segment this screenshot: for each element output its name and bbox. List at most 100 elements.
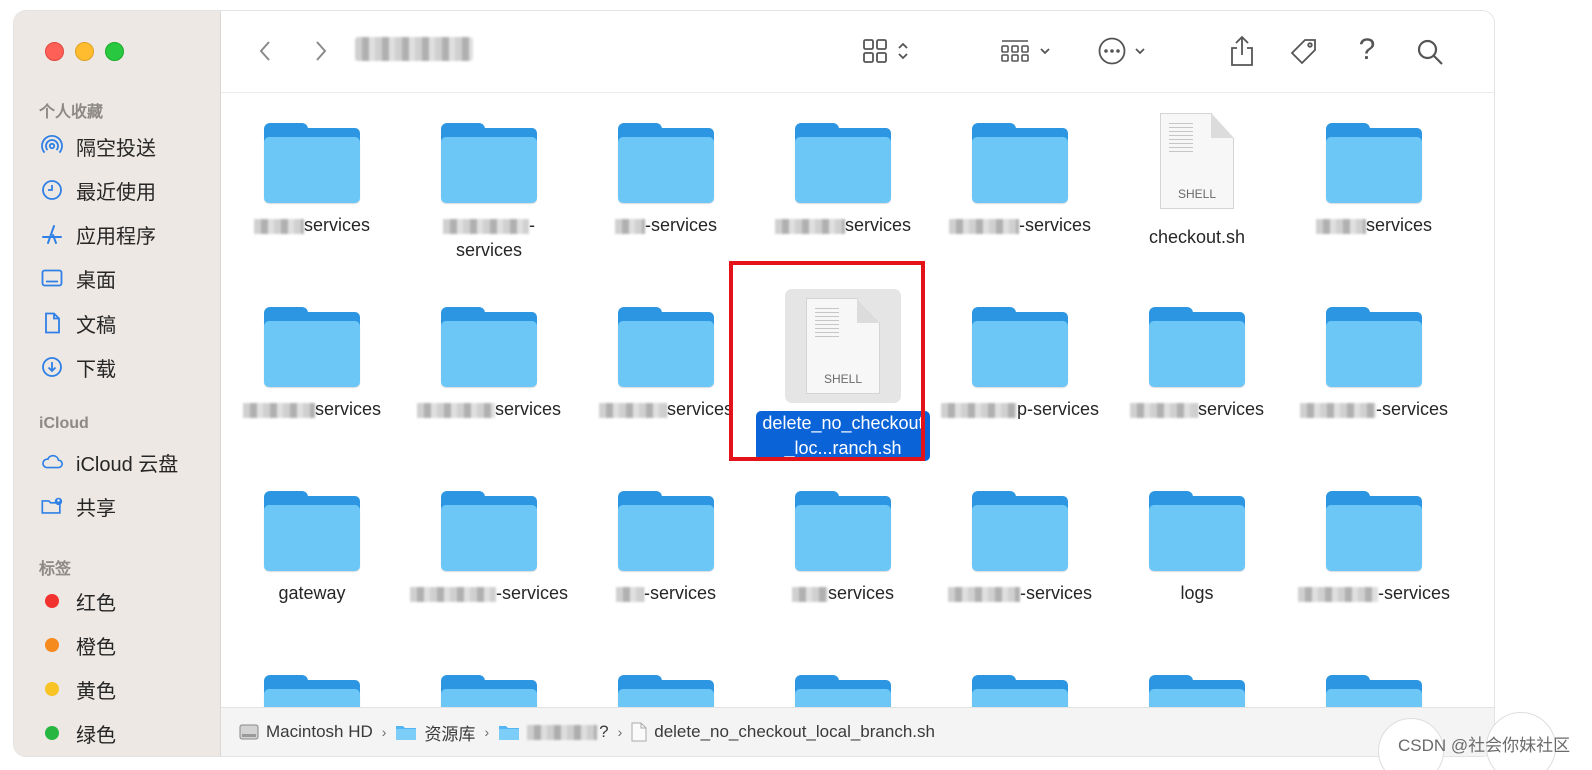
file-label: services bbox=[1315, 213, 1432, 238]
file-item[interactable]: -services bbox=[1285, 491, 1463, 606]
view-mode-button[interactable] bbox=[855, 35, 917, 67]
window-title-redacted bbox=[355, 37, 473, 61]
sidebar-item-airdrop[interactable]: 隔空投送 bbox=[40, 131, 215, 161]
clock-icon bbox=[40, 178, 64, 202]
path-crumb-folder[interactable]: ? bbox=[498, 722, 609, 742]
tags-button[interactable] bbox=[1287, 35, 1321, 69]
file-item[interactable] bbox=[577, 675, 755, 707]
hard-disk-icon bbox=[239, 723, 259, 741]
tag-color-dot bbox=[40, 721, 64, 745]
folder-icon bbox=[441, 123, 537, 205]
file-item[interactable]: services bbox=[1285, 123, 1463, 238]
file-label: -services bbox=[614, 213, 717, 238]
folder-icon bbox=[1326, 123, 1422, 205]
file-item[interactable]: services bbox=[223, 307, 401, 422]
file-item[interactable] bbox=[223, 675, 401, 707]
share-button[interactable] bbox=[1225, 33, 1259, 69]
file-label: services bbox=[774, 213, 911, 238]
sidebar-item-downloads[interactable]: 下载 bbox=[40, 352, 215, 382]
file-item[interactable]: -services bbox=[577, 123, 755, 238]
file-item[interactable]: logs bbox=[1108, 491, 1286, 606]
sidebar-item-applications[interactable]: 应用程序 bbox=[40, 219, 215, 249]
group-icon bbox=[1001, 40, 1029, 62]
chevron-right-icon: › bbox=[381, 724, 387, 740]
file-item[interactable] bbox=[1285, 675, 1463, 707]
sidebar-item-label: 红色 bbox=[76, 592, 116, 615]
sidebar-tag-red[interactable]: 红色 bbox=[40, 586, 215, 616]
sidebar-tag-green[interactable]: 绿色 bbox=[40, 718, 215, 748]
file-item[interactable] bbox=[754, 675, 932, 707]
tag-color-dot bbox=[40, 633, 64, 657]
sidebar-item-desktop[interactable]: 桌面 bbox=[40, 263, 215, 293]
file-label: gateway bbox=[278, 583, 346, 603]
file-item[interactable]: services bbox=[754, 491, 932, 606]
forward-button[interactable] bbox=[307, 37, 335, 65]
sidebar-item-recents[interactable]: 最近使用 bbox=[40, 175, 215, 205]
path-crumb-library[interactable]: 资源库 bbox=[395, 720, 475, 745]
file-label: -services bbox=[947, 581, 1092, 606]
file-item[interactable]: -services bbox=[931, 123, 1109, 238]
sidebar-tag-orange[interactable]: 橙色 bbox=[40, 630, 215, 660]
sidebar-tag-yellow[interactable]: 黄色 bbox=[40, 674, 215, 704]
path-crumb-file[interactable]: delete_no_checkout_local_branch.sh bbox=[631, 722, 935, 742]
shared-folder-icon bbox=[40, 494, 64, 518]
folder-icon bbox=[441, 675, 537, 707]
file-item[interactable]: services bbox=[223, 123, 401, 238]
chevron-left-icon bbox=[259, 41, 270, 61]
back-button[interactable] bbox=[251, 37, 279, 65]
sidebar-item-label: 文稿 bbox=[76, 314, 116, 337]
file-label: services bbox=[1129, 397, 1264, 422]
chevron-updown-icon bbox=[898, 42, 908, 60]
watermark: CSDN @社会你妹社区 bbox=[1398, 736, 1571, 755]
file-label: p-services bbox=[940, 397, 1099, 422]
folder-icon bbox=[264, 491, 360, 573]
file-item[interactable] bbox=[400, 675, 578, 707]
sidebar-item-documents[interactable]: 文稿 bbox=[40, 308, 215, 338]
sidebar-item-label: 桌面 bbox=[76, 269, 116, 292]
sidebar-item-icloud-drive[interactable]: iCloud 云盘 bbox=[40, 447, 215, 477]
minimize-window-button[interactable] bbox=[75, 42, 94, 61]
file-item[interactable]: services bbox=[1108, 307, 1286, 422]
applications-icon bbox=[40, 222, 64, 246]
sidebar-section-favorites: 个人收藏 bbox=[39, 104, 104, 121]
airdrop-icon bbox=[40, 134, 64, 158]
folder-icon bbox=[264, 307, 360, 389]
file-item[interactable]: gateway bbox=[223, 491, 401, 606]
shell-script-icon: SHELL bbox=[1160, 113, 1234, 209]
folder-icon bbox=[498, 723, 520, 741]
sidebar-item-shared[interactable]: 共享 bbox=[40, 491, 215, 521]
grid-view-icon bbox=[863, 39, 887, 63]
folder-icon bbox=[1149, 491, 1245, 573]
file-label: services bbox=[253, 213, 370, 238]
file-item[interactable]: services bbox=[754, 123, 932, 238]
zoom-window-button[interactable] bbox=[105, 42, 124, 61]
file-item[interactable]: SHELL checkout.sh bbox=[1108, 113, 1286, 250]
file-item[interactable] bbox=[931, 675, 1109, 707]
ellipsis-circle-icon bbox=[1098, 37, 1126, 65]
tag-icon bbox=[1290, 39, 1316, 65]
close-window-button[interactable] bbox=[45, 42, 64, 61]
file-item[interactable]: p-services bbox=[931, 307, 1109, 422]
file-label: logs bbox=[1180, 583, 1214, 603]
file-item[interactable]: services bbox=[400, 307, 578, 422]
sidebar-section-icloud: iCloud bbox=[39, 415, 89, 432]
sidebar: 个人收藏 隔空投送 最近使用 应用程序 桌面 文稿 下载 iCloud iClo… bbox=[14, 11, 221, 756]
file-item[interactable]: -services bbox=[577, 491, 755, 606]
file-item[interactable]: -services bbox=[400, 123, 578, 263]
help-button[interactable]: ? bbox=[1351, 33, 1383, 67]
file-label: -services bbox=[948, 213, 1091, 238]
file-item[interactable]: -services bbox=[1285, 307, 1463, 422]
path-crumb-disk[interactable]: Macintosh HD bbox=[239, 722, 373, 742]
question-mark-icon: ? bbox=[1358, 33, 1376, 66]
group-by-button[interactable] bbox=[995, 35, 1057, 67]
file-item[interactable] bbox=[1108, 675, 1286, 707]
download-icon bbox=[40, 355, 64, 379]
action-menu-button[interactable] bbox=[1093, 35, 1151, 67]
folder-icon bbox=[441, 491, 537, 573]
file-item[interactable]: -services bbox=[931, 491, 1109, 606]
file-item[interactable]: -services bbox=[400, 491, 578, 606]
path-bar: Macintosh HD › 资源库 › ? › delete_no_check… bbox=[221, 707, 1494, 756]
search-button[interactable] bbox=[1413, 35, 1447, 69]
folder-icon bbox=[264, 675, 360, 707]
sidebar-item-label: 黄色 bbox=[76, 680, 116, 703]
